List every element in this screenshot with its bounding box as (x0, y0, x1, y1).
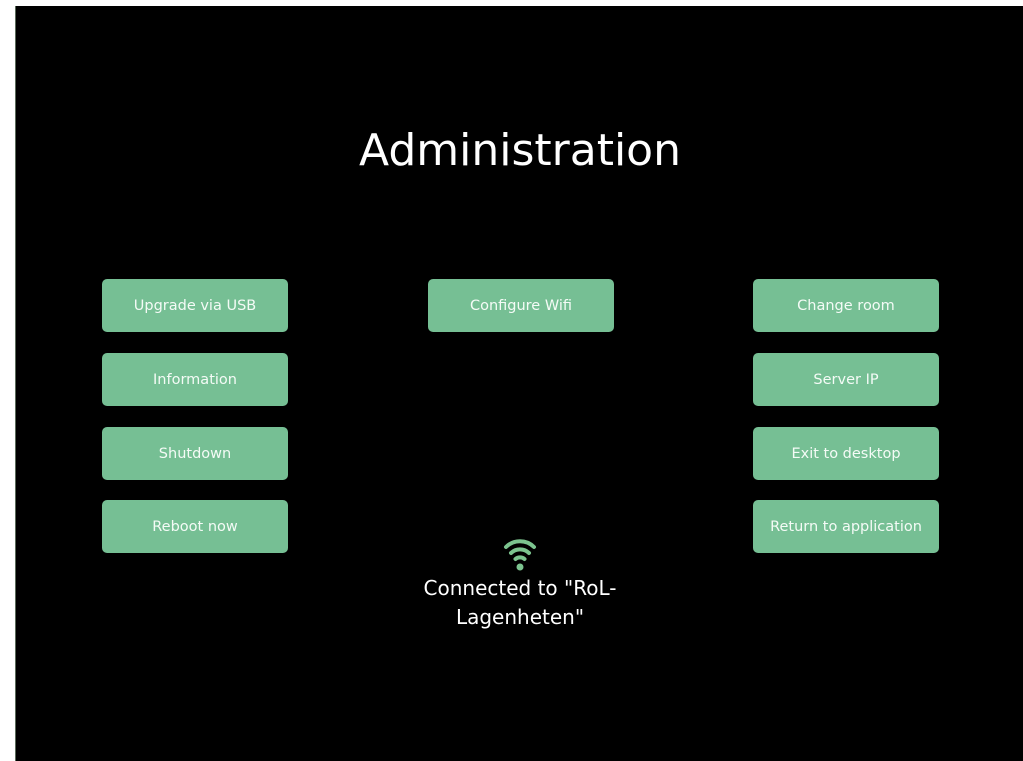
page-title: Administration (359, 125, 681, 176)
information-button[interactable]: Information (102, 353, 288, 406)
wifi-status-text: Connected to "RoL-Lagenheten" (423, 576, 617, 629)
server-ip-button[interactable]: Server IP (753, 353, 939, 406)
wifi-status: Connected to "RoL-Lagenheten" (400, 534, 640, 632)
shutdown-button[interactable]: Shutdown (102, 427, 288, 480)
admin-screen: Administration Upgrade via USB Informati… (15, 6, 1023, 761)
configure-wifi-button[interactable]: Configure Wifi (428, 279, 614, 332)
change-room-button[interactable]: Change room (753, 279, 939, 332)
wifi-icon (504, 539, 536, 571)
return-to-application-button[interactable]: Return to application (753, 500, 939, 553)
exit-to-desktop-button[interactable]: Exit to desktop (753, 427, 939, 480)
upgrade-via-usb-button[interactable]: Upgrade via USB (102, 279, 288, 332)
reboot-now-button[interactable]: Reboot now (102, 500, 288, 553)
